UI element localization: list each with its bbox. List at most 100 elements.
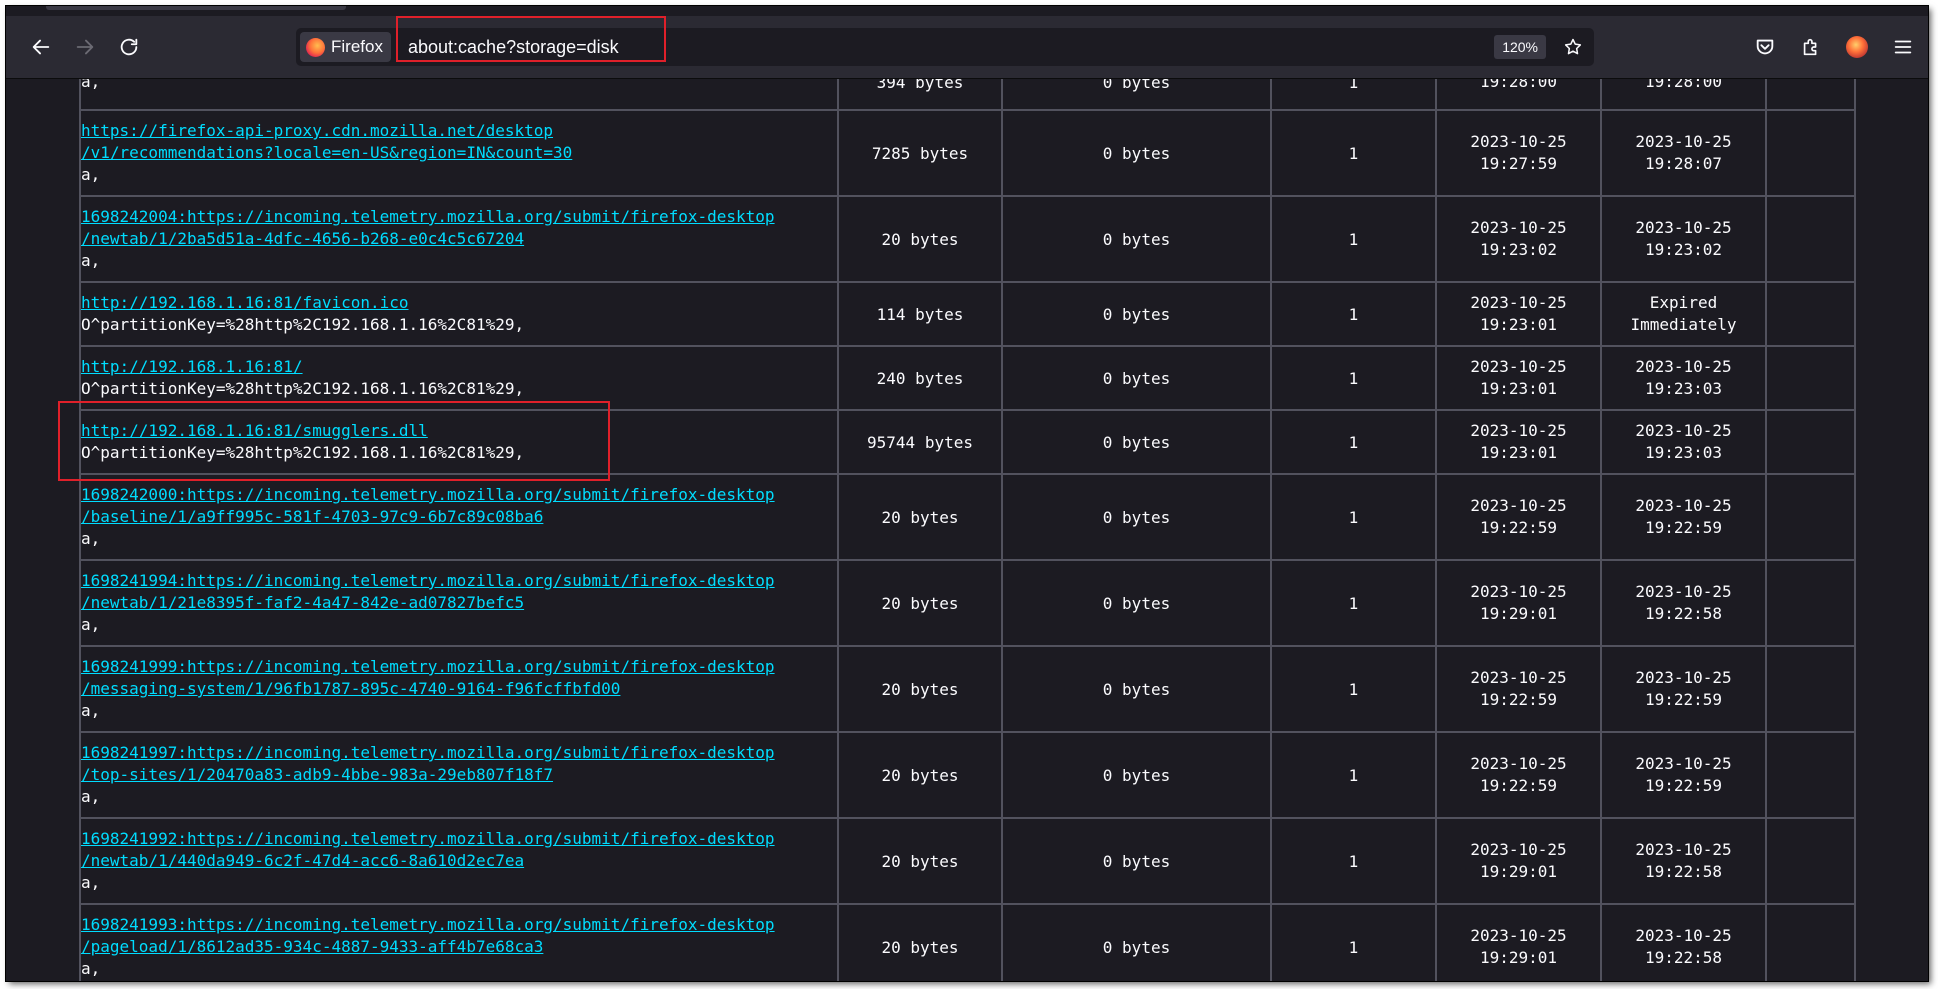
last-modified-date: 2023-10-25 — [1470, 926, 1567, 945]
cell-pinning — [1765, 473, 1856, 561]
cell-data-size: 20 bytes — [837, 645, 1003, 733]
expires-time: 19:22:58 — [1644, 604, 1723, 623]
cell-expires: 2023-10-25 19:22:58 — [1600, 903, 1767, 981]
expires-time: 19:22:59 — [1644, 518, 1723, 537]
cache-entry-link[interactable]: 1698241994:https://incoming.telemetry.mo… — [81, 571, 775, 612]
cell-last-modified: 19:28:00 — [1435, 79, 1602, 111]
table-row: a, 394 bytes 0 bytes 1 19:28:00 19:28:00 — [79, 79, 1856, 111]
page-content: a, 394 bytes 0 bytes 1 19:28:00 19:28:00 https… — [6, 79, 1928, 981]
expires-time: 19:22:58 — [1644, 862, 1723, 881]
back-button[interactable] — [22, 28, 60, 66]
account-button[interactable] — [1838, 28, 1876, 66]
cache-entry-link[interactable]: 1698241993:https://incoming.telemetry.mo… — [81, 915, 775, 956]
key-suffix: a, — [81, 251, 101, 270]
expires-date: 2023-10-25 — [1635, 582, 1732, 601]
cell-key: http://192.168.1.16:81/O^partitionKey=%2… — [79, 345, 839, 411]
last-modified-date: 2023-10-25 — [1470, 421, 1567, 440]
cell-expires: 2023-10-25 19:23:02 — [1600, 195, 1767, 283]
url-input[interactable]: about:cache?storage=disk — [408, 28, 619, 66]
cache-entry-link[interactable]: http://192.168.1.16:81/ — [81, 357, 303, 376]
cache-entry-link[interactable]: 1698241999:https://incoming.telemetry.mo… — [81, 657, 775, 698]
last-modified-date: 2023-10-25 — [1470, 218, 1567, 237]
key-suffix: O^partitionKey=%28http%2C192.168.1.16%2C… — [81, 443, 525, 462]
cache-entry-link[interactable]: http://192.168.1.16:81/smugglers.dll — [81, 421, 428, 440]
last-modified-date: 2023-10-25 — [1470, 132, 1567, 151]
expires-date: 2023-10-25 — [1635, 357, 1732, 376]
menu-button[interactable] — [1884, 28, 1922, 66]
account-avatar — [1846, 36, 1868, 58]
cell-last-modified: 2023-10-25 19:23:02 — [1435, 195, 1602, 283]
cell-expires: 19:28:00 — [1600, 79, 1767, 111]
cell-key: 1698241993:https://incoming.telemetry.mo… — [79, 903, 839, 981]
expires-time: 19:22:58 — [1644, 948, 1723, 967]
cell-pinning — [1765, 281, 1856, 347]
forward-icon — [76, 39, 94, 55]
zoom-indicator[interactable]: 120% — [1494, 35, 1546, 59]
reload-button[interactable] — [110, 28, 148, 66]
expires-time: 19:28:00 — [1644, 79, 1723, 91]
cache-entry-link[interactable]: http://192.168.1.16:81/favicon.ico — [81, 293, 409, 312]
key-suffix: a, — [81, 873, 101, 892]
cell-alt-data-size: 0 bytes — [1001, 903, 1272, 981]
last-modified-time: 19:22:59 — [1479, 690, 1558, 709]
identity-label: Firefox — [331, 37, 383, 56]
bookmark-star-button[interactable] — [1558, 32, 1588, 62]
key-suffix: O^partitionKey=%28http%2C192.168.1.16%2C… — [81, 379, 525, 398]
cell-fetch-count: 1 — [1270, 281, 1437, 347]
last-modified-time: 19:28:00 — [1479, 79, 1558, 91]
url-bar[interactable]: Firefox about:cache?storage=disk 120% — [296, 28, 1594, 66]
cell-data-size: 114 bytes — [837, 281, 1003, 347]
cell-key: 1698242000:https://incoming.telemetry.mo… — [79, 473, 839, 561]
cell-fetch-count: 1 — [1270, 817, 1437, 905]
cell-pinning — [1765, 109, 1856, 197]
key-suffix: O^partitionKey=%28http%2C192.168.1.16%2C… — [81, 315, 525, 334]
active-tab-edge[interactable] — [46, 6, 346, 10]
navigation-toolbar: Firefox about:cache?storage=disk 120% — [6, 16, 1928, 79]
cell-data-size: 20 bytes — [837, 195, 1003, 283]
last-modified-date: 2023-10-25 — [1470, 840, 1567, 859]
last-modified-date: 2023-10-25 — [1470, 754, 1567, 773]
expires-date: 2023-10-25 — [1635, 132, 1732, 151]
cell-alt-data-size: 0 bytes — [1001, 473, 1272, 561]
last-modified-time: 19:23:01 — [1479, 443, 1558, 462]
cache-entry-link[interactable]: 1698241992:https://incoming.telemetry.mo… — [81, 829, 775, 870]
cache-entry-link[interactable]: 1698241997:https://incoming.telemetry.mo… — [81, 743, 775, 784]
expires-date: 2023-10-25 — [1635, 926, 1732, 945]
cell-last-modified: 2023-10-25 19:27:59 — [1435, 109, 1602, 197]
cell-pinning — [1765, 731, 1856, 819]
cell-expires: 2023-10-25 19:22:59 — [1600, 731, 1767, 819]
last-modified-time: 19:23:02 — [1479, 240, 1558, 259]
table-row: 1698241993:https://incoming.telemetry.mo… — [79, 903, 1856, 981]
cell-pinning — [1765, 817, 1856, 905]
forward-button[interactable] — [66, 28, 104, 66]
cell-data-size: 20 bytes — [837, 559, 1003, 647]
key-suffix: a, — [81, 959, 101, 978]
cell-last-modified: 2023-10-25 19:23:01 — [1435, 281, 1602, 347]
table-row-smugglers-dll: http://192.168.1.16:81/smugglers.dll O^pa… — [79, 409, 1856, 475]
last-modified-time: 19:29:01 — [1479, 862, 1558, 881]
table-row: 1698241992:https://incoming.telemetry.mo… — [79, 817, 1856, 905]
cell-key: http://192.168.1.16:81/smugglers.dll O^pa… — [79, 409, 839, 475]
cell-last-modified: 2023-10-25 19:23:01 — [1435, 409, 1602, 475]
cache-entry-link[interactable]: 1698242000:https://incoming.telemetry.mo… — [81, 485, 775, 526]
last-modified-time: 19:27:59 — [1479, 154, 1558, 173]
expires-time: 19:23:03 — [1644, 379, 1723, 398]
extensions-button[interactable] — [1792, 28, 1830, 66]
cell-alt-data-size: 0 bytes — [1001, 559, 1272, 647]
cell-alt-data-size: 0 bytes — [1001, 195, 1272, 283]
table-row: 1698241994:https://incoming.telemetry.mo… — [79, 559, 1856, 647]
table-row: 1698241999:https://incoming.telemetry.mo… — [79, 645, 1856, 733]
last-modified-date: 2023-10-25 — [1470, 582, 1567, 601]
key-suffix: a, — [81, 615, 101, 634]
cache-entry-link[interactable]: https://firefox-api-proxy.cdn.mozilla.ne… — [81, 121, 572, 162]
cell-data-size: 20 bytes — [837, 731, 1003, 819]
expires-time: Immediately — [1630, 315, 1737, 334]
cell-pinning — [1765, 559, 1856, 647]
cell-fetch-count: 1 — [1270, 903, 1437, 981]
expires-date: 2023-10-25 — [1635, 668, 1732, 687]
cache-entry-link[interactable]: 1698242004:https://incoming.telemetry.mo… — [81, 207, 775, 248]
cell-last-modified: 2023-10-25 19:22:59 — [1435, 473, 1602, 561]
identity-box[interactable]: Firefox — [300, 32, 391, 62]
pocket-button[interactable] — [1746, 28, 1784, 66]
cell-alt-data-size: 0 bytes — [1001, 645, 1272, 733]
